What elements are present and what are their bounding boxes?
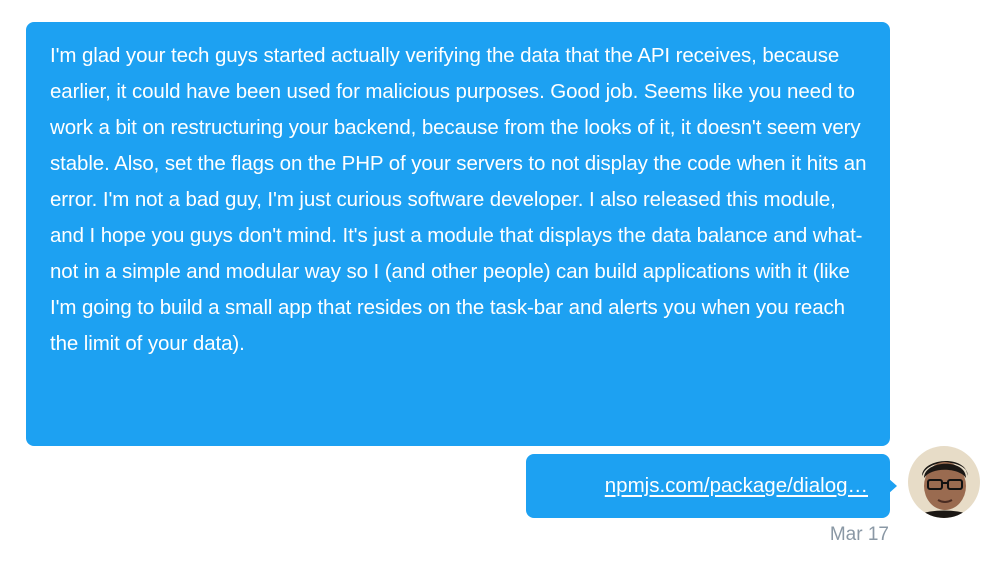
link-message-bubble: npmjs.com/package/dialog… <box>526 454 890 518</box>
message-timestamp: Mar 17 <box>829 524 889 545</box>
avatar[interactable] <box>908 446 980 518</box>
message-bubble: I'm glad your tech guys started actually… <box>26 22 890 446</box>
message-text: I'm glad your tech guys started actually… <box>50 44 867 355</box>
user-avatar-icon <box>908 446 980 518</box>
package-link[interactable]: npmjs.com/package/dialog… <box>605 474 868 498</box>
bubble-tail <box>888 478 897 494</box>
